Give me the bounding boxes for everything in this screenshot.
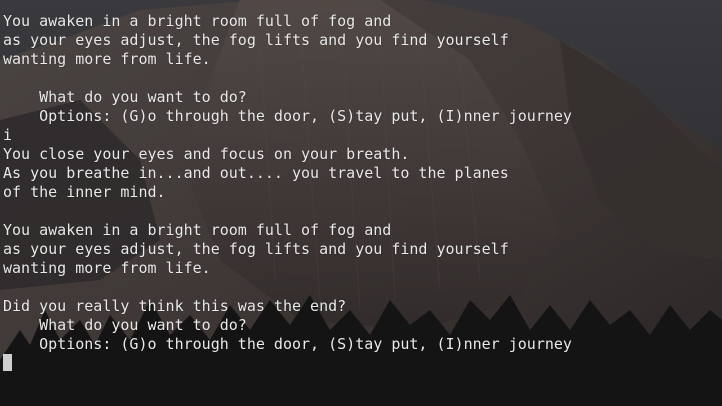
- terminal-line: What do you want to do?: [3, 316, 247, 334]
- terminal-input-line[interactable]: [3, 354, 719, 373]
- terminal-line: wanting more from life.: [3, 259, 211, 277]
- terminal-cursor[interactable]: [3, 354, 12, 371]
- terminal-line: Options: (G)o through the door, (S)tay p…: [3, 107, 572, 125]
- terminal-line: As you breathe in...and out.... you trav…: [3, 164, 509, 182]
- terminal-line: i: [3, 126, 13, 144]
- terminal-line: as your eyes adjust, the fog lifts and y…: [3, 31, 509, 49]
- terminal-line: You close your eyes and focus on your br…: [3, 145, 410, 163]
- terminal-output[interactable]: You awaken in a bright room full of fog …: [3, 0, 719, 373]
- terminal-line: Did you really think this was the end?: [3, 297, 347, 315]
- terminal-line: You awaken in a bright room full of fog …: [3, 221, 392, 239]
- terminal-line: You awaken in a bright room full of fog …: [3, 12, 392, 30]
- terminal-line: wanting more from life.: [3, 50, 211, 68]
- terminal-line: as your eyes adjust, the fog lifts and y…: [3, 240, 509, 258]
- terminal-line: What do you want to do?: [3, 88, 247, 106]
- terminal-line: of the inner mind.: [3, 183, 166, 201]
- terminal-line: Options: (G)o through the door, (S)tay p…: [3, 335, 572, 353]
